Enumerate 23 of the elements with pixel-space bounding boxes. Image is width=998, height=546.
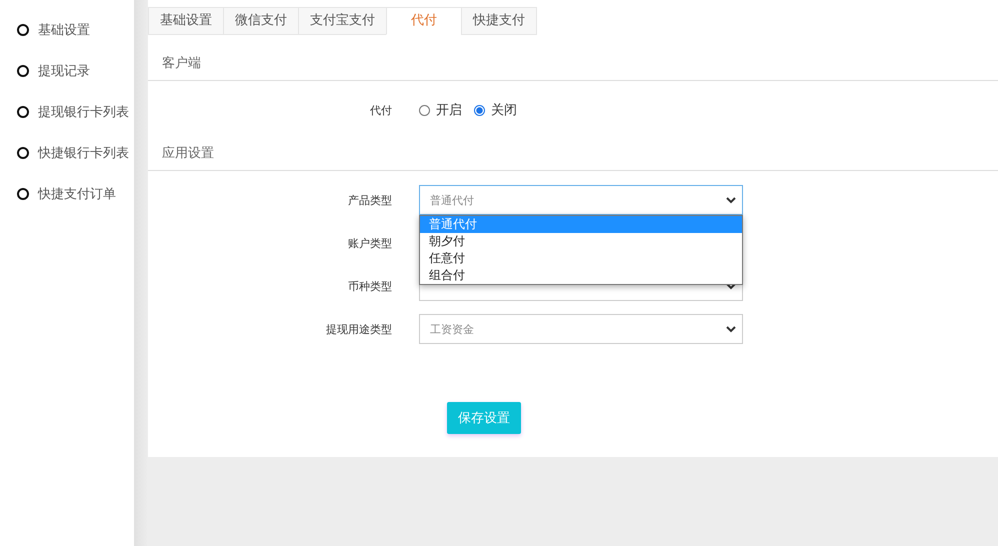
tab[interactable]: 微信支付	[223, 7, 299, 35]
tab[interactable]: 快捷支付	[461, 7, 537, 35]
field-label: 币种类型	[347, 278, 393, 294]
sidebar-item[interactable]: 提现记录	[38, 62, 90, 80]
tab[interactable]: 支付宝支付	[298, 7, 387, 35]
sidebar-item[interactable]: 提现银行卡列表	[38, 102, 129, 120]
radio-label: 关闭	[491, 102, 517, 119]
field-label: 提现用途类型	[325, 322, 393, 336]
section-title: 应用设置	[148, 125, 998, 171]
field-label: 代付	[369, 102, 393, 118]
tab[interactable]: 基础设置	[148, 7, 224, 35]
field-label: 产品类型	[347, 192, 393, 208]
section-title: 客户端	[148, 35, 998, 81]
field-label: 账户类型	[347, 236, 393, 250]
sidebar-item[interactable]: 快捷银行卡列表	[38, 144, 129, 162]
sidebar-item[interactable]: 快捷支付订单	[38, 184, 116, 202]
dropdown-option[interactable]: 朝夕付	[420, 233, 742, 250]
sidebar-item[interactable]: 基础设置	[38, 20, 90, 38]
select-field[interactable]: 普通代付	[419, 185, 743, 215]
dropdown-option[interactable]: 任意付	[420, 250, 742, 267]
radio-label: 开启	[436, 102, 462, 119]
select-field[interactable]: 工资资金	[419, 314, 743, 344]
dropdown-option[interactable]: 组合付	[420, 267, 742, 284]
